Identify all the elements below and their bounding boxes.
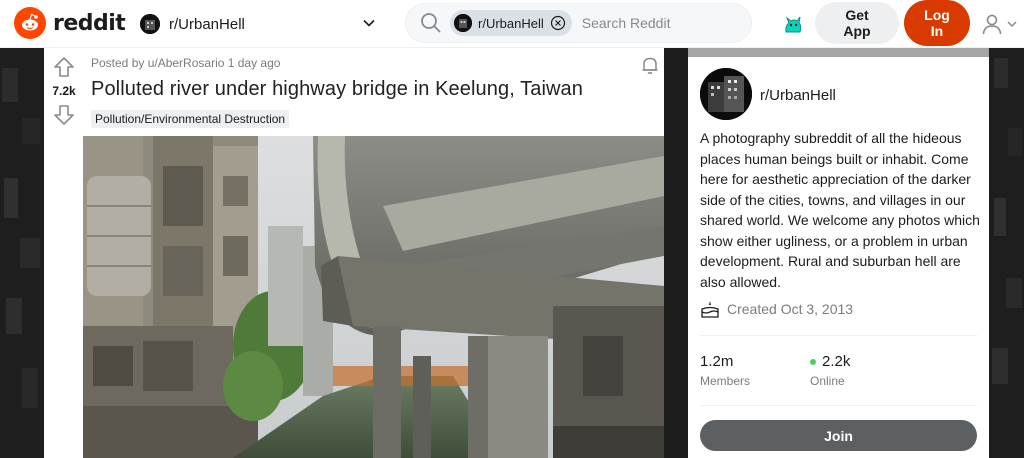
community-description: A photography subreddit of all the hideo… (700, 130, 980, 290)
backdrop-texture-left (0, 48, 44, 458)
get-app-label-line1: Get (845, 7, 869, 23)
online-stat: 2.2k Online (810, 353, 850, 388)
get-app-label-line2: App (843, 23, 871, 39)
chevron-down-icon (1007, 21, 1017, 28)
login-label-line1: Log (924, 7, 950, 23)
join-button[interactable]: Join (700, 420, 977, 451)
community-name[interactable]: r/UrbanHell (760, 87, 836, 104)
top-header: reddit r/UrbanHell r/UrbanHell Search Re… (0, 0, 1024, 48)
members-label: Members (700, 374, 751, 388)
reddit-logo-icon (14, 7, 46, 39)
search-icon (421, 13, 441, 33)
community-avatar (140, 14, 160, 34)
login-button[interactable]: Log In (904, 0, 970, 46)
online-indicator (810, 358, 816, 365)
divider (700, 335, 977, 336)
post-title[interactable]: Polluted river under highway bridge in K… (91, 78, 583, 101)
search-bar[interactable]: r/UrbanHell Search Reddit (405, 3, 752, 43)
reddit-wordmark: reddit (53, 10, 126, 36)
post-image[interactable] (83, 136, 664, 458)
online-count: 2.2k (822, 353, 851, 370)
backdrop-texture-right (990, 48, 1024, 458)
community-created-text: Created Oct 3, 2013 (727, 301, 854, 317)
members-count: 1.2m (700, 353, 734, 370)
search-scope-chip[interactable]: r/UrbanHell (450, 10, 572, 36)
sidebar-banner (688, 48, 989, 57)
online-value-row: 2.2k (810, 353, 850, 370)
reddit-home-link[interactable]: reddit (14, 7, 126, 39)
online-label: Online (810, 374, 845, 388)
close-icon[interactable] (550, 15, 566, 31)
downvote-icon[interactable] (53, 104, 75, 126)
upvote-icon[interactable] (53, 56, 75, 78)
community-sidebar: r/UrbanHell A photography subreddit of a… (688, 48, 989, 458)
post-flair[interactable]: Pollution/Environmental Destruction (91, 110, 290, 128)
mascot-icon[interactable] (781, 12, 805, 36)
divider (700, 405, 977, 406)
cake-icon (701, 301, 719, 318)
user-icon (982, 14, 1002, 35)
bell-icon[interactable] (640, 55, 660, 75)
post-card[interactable]: 7.2k Posted by u/AberRosario 1 day ago P… (44, 48, 664, 458)
vote-column: 7.2k (44, 48, 84, 458)
community-switcher-label: r/UrbanHell (169, 15, 245, 33)
community-switcher[interactable]: r/UrbanHell (136, 8, 384, 40)
community-avatar (454, 14, 472, 32)
search-input[interactable]: Search Reddit (582, 15, 671, 31)
chevron-down-icon (363, 19, 375, 27)
post-meta[interactable]: Posted by u/AberRosario 1 day ago (91, 56, 280, 70)
search-scope-label: r/UrbanHell (478, 15, 544, 31)
community-created: Created Oct 3, 2013 (700, 300, 853, 318)
login-label-line2: In (930, 23, 944, 39)
vote-count: 7.2k (52, 84, 76, 98)
members-stat: 1.2m Members (700, 353, 750, 388)
get-app-button[interactable]: Get App (815, 2, 899, 44)
community-avatar[interactable] (700, 68, 752, 120)
user-menu[interactable] (981, 12, 1021, 36)
